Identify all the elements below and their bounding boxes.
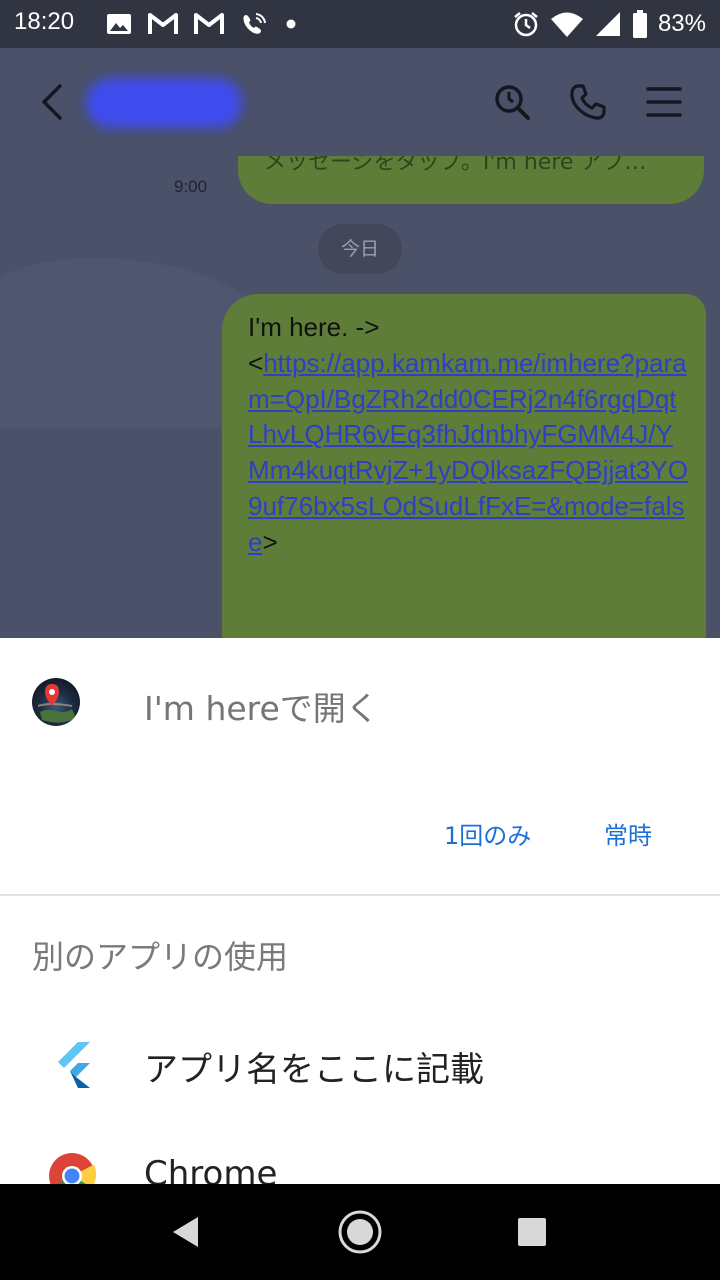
- imhere-app-icon: [32, 678, 80, 726]
- navigation-bar: [0, 1184, 720, 1280]
- search-icon[interactable]: [492, 82, 532, 122]
- gmail-icon: [148, 13, 178, 34]
- signal-icon: [595, 12, 620, 36]
- message-bubble[interactable]: I'm here. -> <https://app.kamkam.me/imhe…: [222, 294, 706, 638]
- battery-percent: 83%: [657, 10, 706, 37]
- message-time: 9:00: [174, 177, 208, 196]
- system-icons: 83%: [512, 8, 706, 40]
- other-apps-title: 別のアプリの使用: [32, 938, 289, 976]
- image-icon: [107, 14, 131, 34]
- map-pin-icon: [37, 684, 76, 723]
- menu-icon[interactable]: [644, 82, 684, 122]
- open-with-title: I'm hereで開く: [144, 689, 379, 728]
- wifi-icon: [550, 12, 583, 37]
- nav-recents-button[interactable]: [484, 1184, 580, 1280]
- gmail-icon: [194, 13, 224, 34]
- status-time: 18:20: [14, 8, 75, 35]
- back-icon[interactable]: [36, 82, 68, 122]
- nav-home-button[interactable]: [312, 1184, 408, 1280]
- nav-back-button[interactable]: [138, 1184, 234, 1280]
- chrome-icon[interactable]: [48, 1152, 96, 1184]
- always-button[interactable]: 常時: [604, 816, 652, 851]
- chat-screen: メッセージをタップ。I'm here アプ… 9:00 今日 I'm here.…: [0, 48, 720, 638]
- battery-icon: [632, 10, 647, 38]
- chat-header: [0, 48, 720, 156]
- status-bar: 18:20 83%: [0, 0, 720, 48]
- notification-icons: [106, 10, 298, 38]
- dot-icon: [286, 19, 296, 29]
- circle-home-icon: [338, 1210, 382, 1254]
- flutter-icon[interactable]: [52, 1042, 92, 1088]
- alarm-icon: [514, 12, 538, 37]
- open-with-sheet: I'm hereで開く 1回のみ 常時 別のアプリの使用 アプリ名をここに記載 …: [0, 638, 720, 1184]
- message-open-bracket: <: [248, 347, 264, 378]
- message-prefix: I'm here. ->: [248, 312, 380, 342]
- chrome-option-label[interactable]: Chrome: [144, 1154, 277, 1184]
- message-link[interactable]: https://app.kamkam.me/imhere?param=QpI/B…: [248, 348, 688, 557]
- contact-name-redacted: [86, 78, 242, 128]
- square-recents-icon: [518, 1218, 546, 1246]
- sheet-divider: [0, 894, 720, 896]
- phone-icon[interactable]: [568, 82, 608, 122]
- app-option-label[interactable]: アプリ名をここに記載: [144, 1042, 484, 1091]
- just-once-button[interactable]: 1回のみ: [444, 816, 531, 851]
- message-close-bracket: >: [262, 526, 278, 557]
- date-separator: 今日: [318, 224, 402, 274]
- triangle-back-icon: [173, 1217, 198, 1247]
- wifi-calling-icon: [243, 13, 266, 34]
- message-text: I'm here. -> <https://app.kamkam.me/imhe…: [248, 310, 688, 561]
